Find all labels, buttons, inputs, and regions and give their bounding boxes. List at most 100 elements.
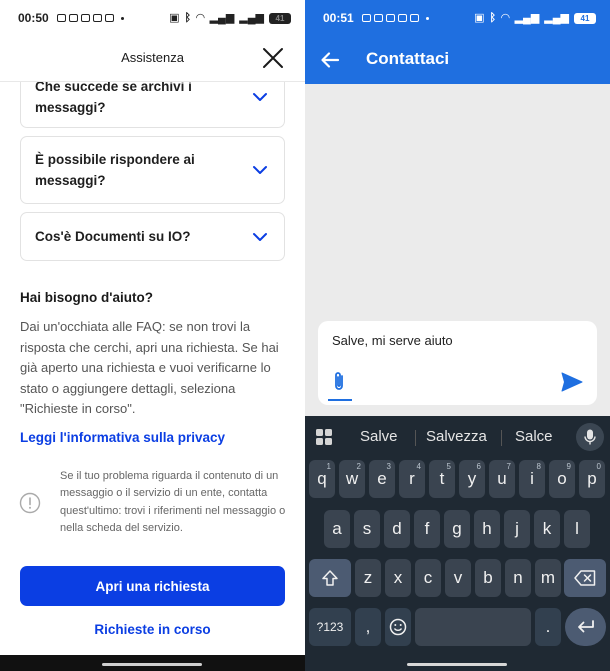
divider — [415, 430, 416, 446]
open-request-button[interactable]: Apri una richiesta — [20, 566, 285, 606]
key-i[interactable]: i8 — [519, 460, 545, 498]
back-arrow-icon[interactable] — [319, 49, 341, 71]
comma-key[interactable]: , — [355, 608, 381, 646]
key-d[interactable]: d — [384, 510, 410, 548]
content: Che succede se archivi i messaggi? È pos… — [0, 66, 305, 671]
emoji-key[interactable] — [385, 608, 411, 646]
suggestion-chip[interactable]: Salce — [515, 428, 553, 445]
key-b[interactable]: b — [475, 559, 501, 597]
key-hint: 1 — [326, 462, 331, 471]
app-bar: Contattaci — [305, 36, 610, 84]
suggestion-chip[interactable]: Salve — [360, 428, 398, 445]
symbols-key[interactable]: ?123 — [309, 608, 351, 646]
key-k[interactable]: k — [534, 510, 560, 548]
key-q[interactable]: q1 — [309, 460, 335, 498]
info-note: Se il tuo problema riguarda il contenuto… — [60, 470, 286, 534]
close-icon[interactable] — [261, 46, 285, 70]
key-hint: 0 — [596, 462, 601, 471]
mail-icon — [80, 14, 90, 22]
key-s[interactable]: s — [354, 510, 380, 548]
key-hint: 6 — [476, 462, 481, 471]
key-e[interactable]: e3 — [369, 460, 395, 498]
suggestion-bar: Salve Salvezza Salce — [305, 420, 610, 451]
paperclip-icon[interactable] — [331, 370, 347, 392]
key-o[interactable]: o9 — [549, 460, 575, 498]
assistenza-screen: 00:50 ▣ ᛒ ◠ ▂▄▆ ▂▄▆ 41 Assistenza Che su… — [0, 0, 305, 671]
key-w[interactable]: w2 — [339, 460, 365, 498]
suggestion-chip[interactable]: Salvezza — [426, 428, 487, 445]
key-y[interactable]: y6 — [459, 460, 485, 498]
status-bar: 00:51 ▣ ᛒ ◠ ▂▄▆ ▂▄▆ 41 — [305, 0, 610, 36]
key-a[interactable]: a — [324, 510, 350, 548]
signal-icon: ▂▄▆ — [514, 11, 540, 24]
page-title: Contattaci — [366, 49, 450, 68]
chevron-down-icon — [253, 232, 267, 241]
home-gesture-handle[interactable] — [407, 663, 507, 666]
key-l[interactable]: l — [564, 510, 590, 548]
key-v[interactable]: v — [445, 559, 471, 597]
message-composer: Salve, mi serve aiuto — [318, 321, 597, 405]
attach-indicator — [328, 399, 352, 401]
mail-icon — [104, 14, 114, 22]
status-time: 00:50 — [18, 11, 49, 25]
header: Assistenza — [0, 36, 305, 82]
enter-icon — [577, 620, 594, 633]
youtube-icon — [373, 14, 383, 22]
backspace-icon — [574, 570, 596, 586]
enter-key[interactable] — [565, 608, 606, 646]
nfc-icon: ▣ — [474, 11, 485, 24]
key-x[interactable]: x — [385, 559, 411, 597]
bluetooth-icon: ᛒ — [184, 11, 192, 24]
system-icons: ▣ ᛒ ◠ ▂▄▆ ▂▄▆ 41 — [474, 11, 596, 24]
navigation-bar — [0, 655, 305, 671]
faq-item[interactable]: Cos'è Documenti su IO? — [20, 212, 285, 261]
key-hint: 9 — [566, 462, 571, 471]
key-f[interactable]: f — [414, 510, 440, 548]
mail-icon — [409, 14, 419, 22]
microphone-icon — [584, 429, 596, 445]
privacy-link[interactable]: Leggi l'informativa sulla privacy — [20, 430, 225, 445]
key-j[interactable]: j — [504, 510, 530, 548]
backspace-key[interactable] — [564, 559, 606, 597]
home-gesture-handle[interactable] — [102, 663, 202, 666]
message-input[interactable]: Salve, mi serve aiuto — [332, 333, 453, 348]
battery-icon: 41 — [269, 12, 291, 24]
key-r[interactable]: r4 — [399, 460, 425, 498]
key-t[interactable]: t5 — [429, 460, 455, 498]
faq-item[interactable]: È possibile rispondere ai messaggi? — [20, 136, 285, 204]
key-h[interactable]: h — [474, 510, 500, 548]
nfc-icon: ▣ — [169, 11, 180, 24]
microphone-button[interactable] — [576, 423, 604, 451]
period-key[interactable]: . — [535, 608, 561, 646]
faq-question: È possibile rispondere ai messaggi? — [35, 152, 195, 188]
key-c[interactable]: c — [415, 559, 441, 597]
apps-grid-icon[interactable] — [315, 428, 333, 446]
key-hint: 7 — [506, 462, 511, 471]
send-icon[interactable] — [561, 372, 583, 392]
key-m[interactable]: m — [535, 559, 561, 597]
key-g[interactable]: g — [444, 510, 470, 548]
key-hint: 5 — [446, 462, 451, 471]
notification-icons — [361, 14, 429, 22]
help-title: Hai bisogno d'aiuto? — [20, 290, 153, 305]
more-notifications-icon — [120, 16, 124, 20]
space-key[interactable] — [415, 608, 531, 646]
key-n[interactable]: n — [505, 559, 531, 597]
ongoing-requests-link[interactable]: Richieste in corso — [20, 622, 285, 637]
key-hint: 8 — [536, 462, 541, 471]
shift-key[interactable] — [309, 559, 351, 597]
wifi-icon: ◠ — [501, 11, 510, 24]
notification-icon — [361, 14, 371, 22]
on-screen-keyboard: Salve Salvezza Salce q1w2e3r4t5y6u7i8o9p… — [305, 416, 610, 671]
key-p[interactable]: p0 — [579, 460, 605, 498]
chevron-down-icon — [253, 93, 267, 101]
key-hint: 2 — [356, 462, 361, 471]
status-time: 00:51 — [323, 11, 354, 25]
key-z[interactable]: z — [355, 559, 381, 597]
more-notifications-icon — [425, 16, 429, 20]
bluetooth-icon: ᛒ — [489, 11, 497, 24]
status-bar: 00:50 ▣ ᛒ ◠ ▂▄▆ ▂▄▆ 41 — [0, 0, 305, 36]
signal-icon: ▂▄▆ — [209, 11, 235, 24]
contattaci-screen: 00:51 ▣ ᛒ ◠ ▂▄▆ ▂▄▆ 41 Contattaci Salve,… — [305, 0, 610, 671]
key-u[interactable]: u7 — [489, 460, 515, 498]
